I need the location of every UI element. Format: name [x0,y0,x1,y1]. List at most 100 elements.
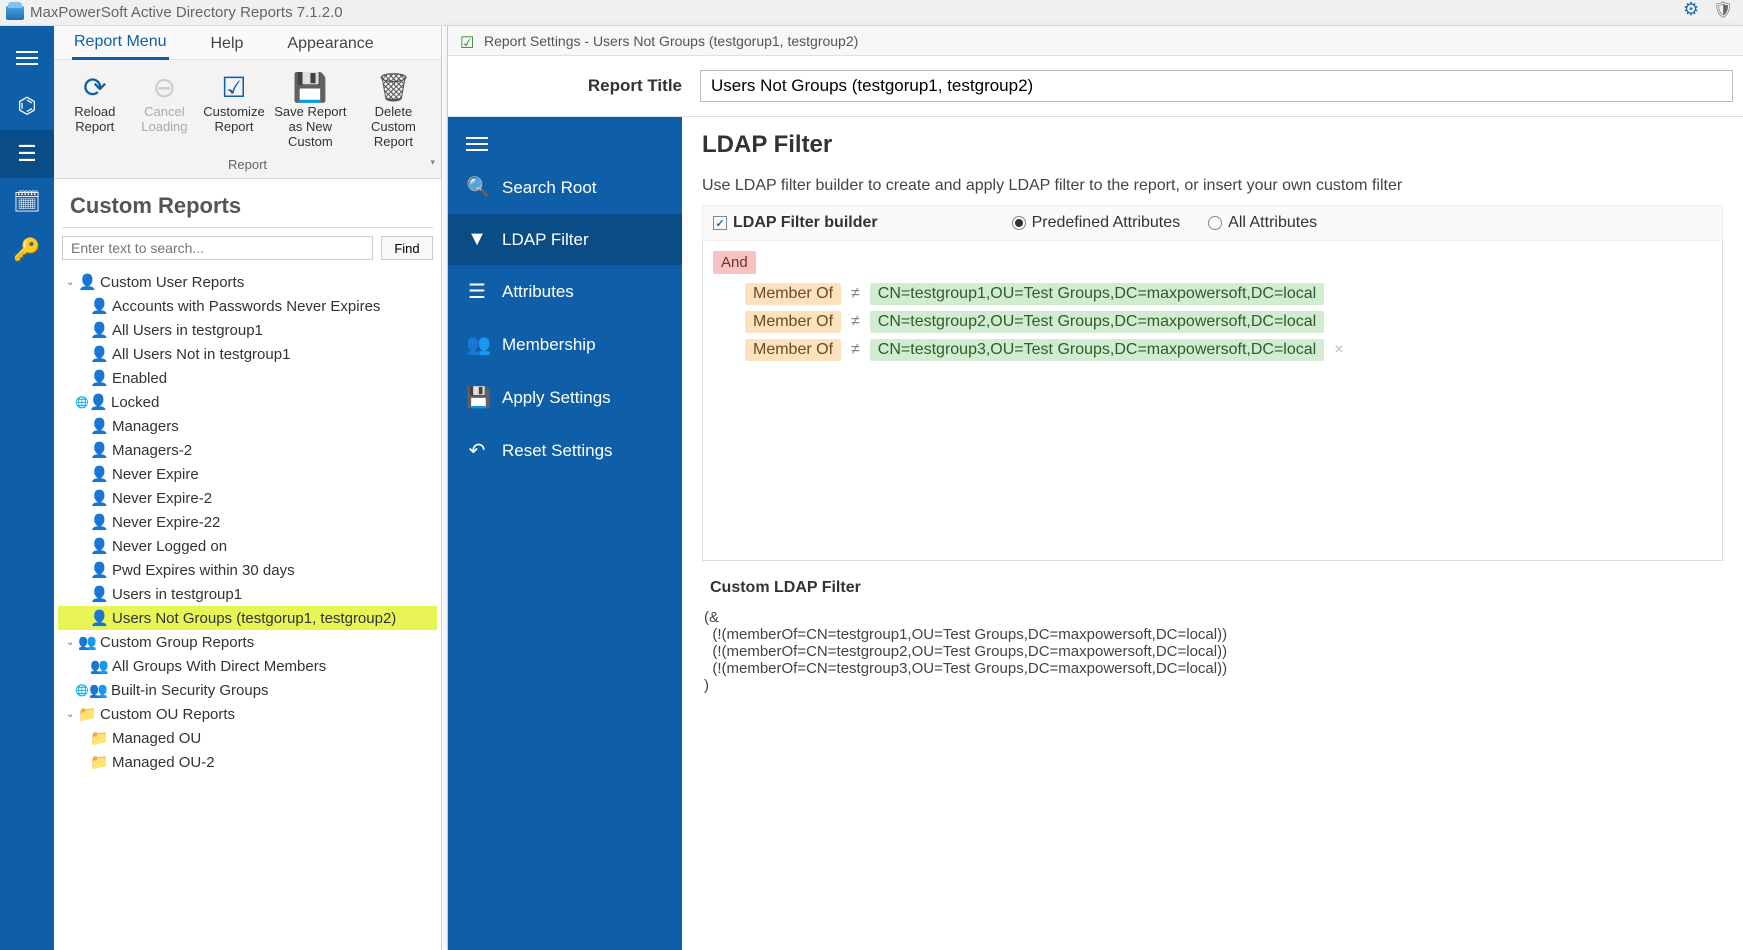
tree-group-users[interactable]: ⌄ 👤 Custom User Reports [58,270,437,294]
chevron-down-icon: ⌄ [66,709,78,720]
tree-item[interactable]: 📁Managed OU-2 [58,750,437,774]
nav-reset[interactable]: ↶Reset Settings [448,424,682,477]
rail-schedule[interactable]: 🗓 [0,178,54,226]
tree-item[interactable]: 👤Pwd Expires within 30 days [58,558,437,582]
rail-keys[interactable]: 🔑 [0,226,54,274]
rail-hierarchy[interactable]: ⌬ [0,82,54,130]
user-icon: 👤 [90,465,108,483]
tree-item[interactable]: 👤Accounts with Passwords Never Expires [58,294,437,318]
customize-icon: ☑ [221,70,246,104]
condition-attr[interactable]: Member Of [745,339,841,361]
radio-icon [1208,216,1222,230]
user-icon: 👤 [90,297,108,315]
cancel-icon: ⊖ [153,70,176,104]
report-title-input[interactable] [700,70,1733,102]
tree-item[interactable]: 👤Managers-2 [58,438,437,462]
search-input[interactable] [62,236,373,260]
report-settings-window: Report Settings - Users Not Groups (test… [447,26,1743,950]
user-icon: 👤 [90,561,108,579]
customize-report-button[interactable]: ☑ Customize Report [199,66,269,153]
filter-icon: ▼ [466,228,488,251]
condition-row[interactable]: Member Of ≠ CN=testgroup1,OU=Test Groups… [713,280,1712,308]
condition-op[interactable]: ≠ [851,313,860,331]
group-icon: 👥 [78,633,96,651]
filter-heading: LDAP Filter [702,131,1723,159]
condition-row[interactable]: Member Of ≠ CN=testgroup2,OU=Test Groups… [713,308,1712,336]
cancel-loading-button: ⊖ Cancel Loading [130,66,200,153]
chevron-down-icon: ⌄ [66,637,78,648]
user-icon: 👤 [89,393,107,411]
nav-search-root[interactable]: 🔍Search Root [448,161,682,214]
user-icon: 👤 [90,441,108,459]
nav-ldap-filter[interactable]: ▼LDAP Filter [448,214,682,265]
user-icon: 👤 [90,489,108,507]
uac-shield-icon[interactable] [1713,2,1731,20]
rail-reports[interactable]: ☰ [0,130,54,178]
save-report-button[interactable]: 💾 Save Report as New Custom [269,66,352,153]
app-titlebar: MaxPowerSoft Active Directory Reports 7.… [0,0,1743,26]
condition-row[interactable]: Member Of ≠ CN=testgroup3,OU=Test Groups… [713,336,1712,364]
tab-report-menu[interactable]: Report Menu [72,27,169,60]
group-icon: 👥 [89,681,107,699]
group-icon: 👥 [90,657,108,675]
condition-value[interactable]: CN=testgroup1,OU=Test Groups,DC=maxpower… [870,283,1324,305]
tree-item[interactable]: 👤Never Expire [58,462,437,486]
custom-filter-checkbox[interactable]: Custom LDAP Filter [702,579,1723,597]
condition-value[interactable]: CN=testgroup2,OU=Test Groups,DC=maxpower… [870,311,1324,333]
condition-value[interactable]: CN=testgroup3,OU=Test Groups,DC=maxpower… [870,339,1324,361]
tree-item[interactable]: 🌐👥Built-in Security Groups [58,678,437,702]
radio-all[interactable]: All Attributes [1208,214,1317,232]
nav-attributes[interactable]: ☰Attributes [448,265,682,318]
tree-item[interactable]: 👤All Users in testgroup1 [58,318,437,342]
chevron-down-icon: ⌄ [66,277,78,288]
membership-icon: 👥 [466,332,488,357]
delete-report-button[interactable]: 🗑 Delete Custom Report [352,66,435,153]
tree-item[interactable]: 👤All Users Not in testgroup1 [58,342,437,366]
reports-tree: ⌄ 👤 Custom User Reports 👤Accounts with P… [54,268,441,950]
delete-condition-icon[interactable]: × [1334,341,1343,359]
settings-nav-toggle[interactable] [448,127,682,161]
find-button[interactable]: Find [381,236,433,260]
condition-op[interactable]: ≠ [851,341,860,359]
report-list-icon: ☰ [17,141,37,167]
tree-item[interactable]: 👤Never Expire-22 [58,510,437,534]
tree-item[interactable]: 👤Managers [58,414,437,438]
tree-item[interactable]: 🌐👤Locked [58,390,437,414]
tree-item[interactable]: 📁Managed OU [58,726,437,750]
tab-help[interactable]: Help [209,29,246,59]
tree-group-groups[interactable]: ⌄ 👥 Custom Group Reports [58,630,437,654]
nav-rail: ⌬ ☰ 🗓 🔑 [0,26,54,950]
save-icon: 💾 [466,385,488,410]
refresh-icon: ⟳ [83,70,106,104]
tab-appearance[interactable]: Appearance [285,29,375,59]
rail-menu[interactable] [0,34,54,82]
and-operator[interactable]: And [713,251,756,274]
attributes-icon: ☰ [466,279,488,304]
tree-item[interactable]: 👤Enabled [58,366,437,390]
settings-gear-icon[interactable] [1683,2,1701,20]
condition-attr[interactable]: Member Of [745,311,841,333]
user-icon: 👤 [90,345,108,363]
tree-item[interactable]: 👤Users in testgroup1 [58,582,437,606]
builder-checkbox[interactable]: LDAP Filter builder [713,214,878,232]
menu-tabs: Report Menu Help Appearance [54,26,441,60]
ribbon-group-label[interactable]: Report [54,153,441,176]
tree-item[interactable]: 👥All Groups With Direct Members [58,654,437,678]
builder-header: LDAP Filter builder Predefined Attribute… [702,205,1723,241]
reload-report-button[interactable]: ⟳ Reload Report [60,66,130,153]
tree-item[interactable]: 👤Never Logged on [58,534,437,558]
app-icon [6,6,24,20]
user-icon: 👤 [90,537,108,555]
condition-op[interactable]: ≠ [851,285,860,303]
radio-predefined[interactable]: Predefined Attributes [1012,214,1181,232]
filter-content: LDAP Filter Use LDAP filter builder to c… [682,117,1743,950]
condition-attr[interactable]: Member Of [745,283,841,305]
custom-filter-section: Custom LDAP Filter (& (!(memberOf=CN=tes… [702,579,1723,698]
tree-item-selected[interactable]: 👤Users Not Groups (testgorup1, testgroup… [58,606,437,630]
nav-apply[interactable]: 💾Apply Settings [448,371,682,424]
tree-item[interactable]: 👤Never Expire-2 [58,486,437,510]
filter-builder: And Member Of ≠ CN=testgroup1,OU=Test Gr… [702,241,1723,561]
globe-icon: 🌐 [75,684,89,697]
nav-membership[interactable]: 👥Membership [448,318,682,371]
tree-group-ou[interactable]: ⌄ 📁 Custom OU Reports [58,702,437,726]
